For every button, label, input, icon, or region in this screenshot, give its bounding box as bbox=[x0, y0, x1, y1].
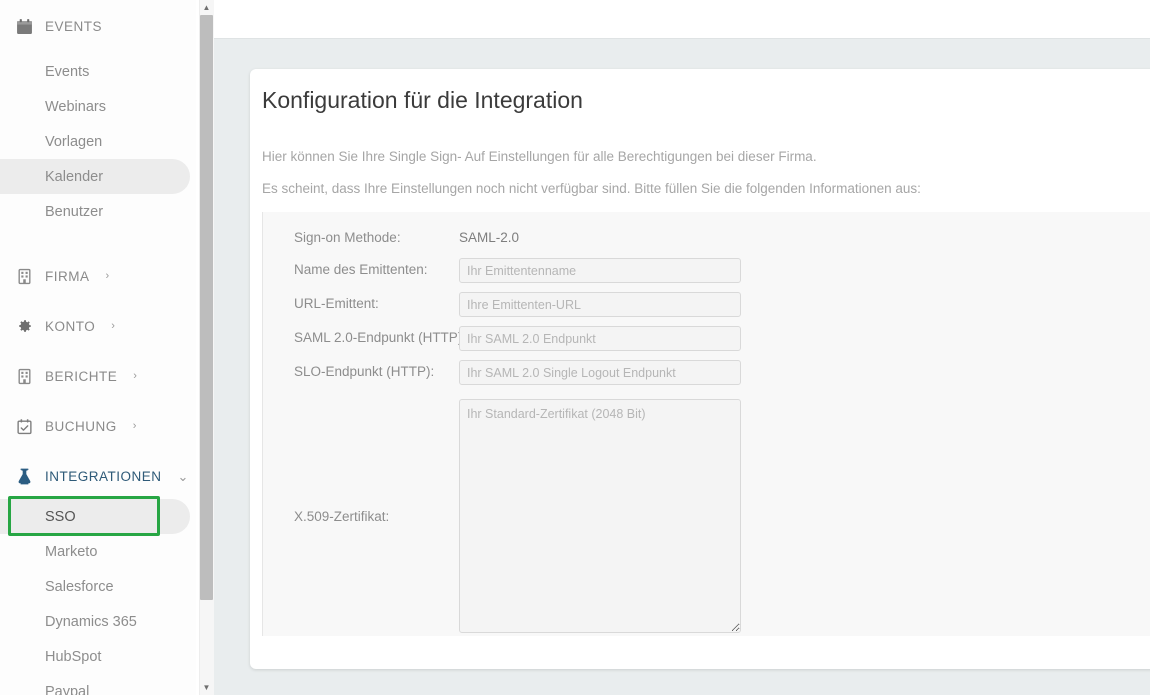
sidebar-item-vorlagen[interactable]: Vorlagen bbox=[0, 124, 196, 159]
scroll-up-arrow-icon[interactable]: ▲ bbox=[200, 1, 213, 15]
sidebar-item-label: HubSpot bbox=[45, 648, 102, 665]
top-bar bbox=[214, 0, 1150, 38]
sidebar-item-label: Paypal bbox=[45, 683, 90, 695]
sidebar-section-label: BERICHTE bbox=[45, 368, 118, 384]
sidebar-item-label: Vorlagen bbox=[45, 133, 103, 150]
sidebar-section-label: INTEGRATIONEN bbox=[45, 468, 162, 484]
sidebar-item-paypal[interactable]: Paypal bbox=[0, 674, 196, 695]
sidebar-section-label: KONTO bbox=[45, 318, 96, 334]
sidebar-section-label: BUCHUNG bbox=[45, 418, 117, 434]
issuer-name-label: Name des Emittenten: bbox=[294, 262, 428, 277]
sidebar-item-label: Events bbox=[45, 63, 90, 80]
sidebar-item-dynamics-365[interactable]: Dynamics 365 bbox=[0, 604, 196, 639]
app-root: EVENTS Events Webinars Vorlagen Kalender… bbox=[0, 0, 1150, 695]
chevron-right-icon: › bbox=[111, 319, 116, 332]
x509-certificate-label: X.509-Zertifikat: bbox=[294, 508, 390, 524]
sidebar-item-label: SSO bbox=[45, 508, 76, 525]
sidebar-item-events[interactable]: Events bbox=[0, 54, 196, 89]
sidebar-section-integrationen[interactable]: INTEGRATIONEN ⌄ bbox=[0, 459, 196, 493]
sidebar-section-label: EVENTS bbox=[45, 18, 103, 34]
issuer-url-label: URL-Emittent: bbox=[294, 296, 379, 311]
sidebar-item-benutzer[interactable]: Benutzer bbox=[0, 194, 196, 229]
sidebar-section-label: FIRMA bbox=[45, 268, 90, 284]
slo-endpoint-label: SLO-Endpunkt (HTTP): bbox=[294, 364, 435, 379]
sidebar-item-label: Dynamics 365 bbox=[45, 613, 137, 630]
scroll-down-arrow-icon[interactable]: ▼ bbox=[200, 681, 213, 695]
sidebar-section-berichte[interactable]: BERICHTE › bbox=[0, 359, 196, 393]
slo-endpoint-input[interactable] bbox=[459, 360, 741, 385]
sidebar-item-salesforce[interactable]: Salesforce bbox=[0, 569, 196, 604]
form-row-signon-method: Sign-on Methode: SAML-2.0 bbox=[263, 230, 519, 245]
saml-endpoint-input[interactable] bbox=[459, 326, 741, 351]
settings-card: Konfiguration für die Integration Hier k… bbox=[250, 69, 1150, 669]
sidebar-section-buchung[interactable]: BUCHUNG › bbox=[0, 409, 196, 443]
form-row-x509-certificate: X.509-Zertifikat: bbox=[263, 394, 741, 638]
chevron-right-icon: › bbox=[105, 269, 110, 282]
chevron-right-icon: › bbox=[133, 369, 138, 382]
sidebar-scrollbar-thumb[interactable] bbox=[200, 15, 213, 600]
x509-certificate-textarea[interactable] bbox=[459, 399, 741, 633]
issuer-name-input[interactable] bbox=[459, 258, 741, 283]
sidebar-item-webinars[interactable]: Webinars bbox=[0, 89, 196, 124]
building-icon bbox=[16, 268, 33, 285]
page-title: Konfiguration für die Integration bbox=[262, 87, 583, 113]
form-row-saml-endpoint: SAML 2.0-Endpunkt (HTTP): bbox=[263, 326, 741, 351]
sidebar-item-label: Kalender bbox=[45, 168, 104, 185]
sidebar-item-label: Benutzer bbox=[45, 203, 104, 220]
sidebar-item-marketo[interactable]: Marketo bbox=[0, 534, 196, 569]
signon-method-label: Sign-on Methode: bbox=[294, 230, 401, 245]
sidebar-item-kalender[interactable]: Kalender bbox=[0, 159, 190, 194]
sidebar-section-events[interactable]: EVENTS bbox=[0, 9, 196, 43]
sidebar-section-firma[interactable]: FIRMA › bbox=[0, 259, 196, 293]
sidebar-item-label: Webinars bbox=[45, 98, 106, 115]
calendar-icon bbox=[16, 18, 33, 35]
sidebar: EVENTS Events Webinars Vorlagen Kalender… bbox=[0, 0, 196, 695]
sidebar-section-konto[interactable]: KONTO › bbox=[0, 309, 196, 343]
chevron-down-icon: ⌄ bbox=[177, 468, 189, 484]
sso-configuration-form: Sign-on Methode: SAML-2.0 Name des Emitt… bbox=[262, 212, 1150, 636]
issuer-url-input[interactable] bbox=[459, 292, 741, 317]
calendar-check-icon bbox=[16, 418, 33, 435]
sidebar-item-label: Marketo bbox=[45, 543, 98, 560]
form-row-slo-endpoint: SLO-Endpunkt (HTTP): bbox=[263, 360, 741, 385]
building-icon bbox=[16, 368, 33, 385]
saml-endpoint-label: SAML 2.0-Endpunkt (HTTP): bbox=[294, 330, 467, 345]
sidebar-item-label: Salesforce bbox=[45, 578, 114, 595]
form-row-issuer-name: Name des Emittenten: bbox=[263, 258, 741, 283]
page-description-line-1: Hier können Sie Ihre Single Sign- Auf Ei… bbox=[262, 149, 817, 164]
sidebar-item-sso[interactable]: SSO bbox=[0, 499, 190, 534]
flask-icon bbox=[16, 468, 33, 485]
gear-icon bbox=[16, 318, 33, 335]
page-description-line-2: Es scheint, dass Ihre Einstellungen noch… bbox=[262, 181, 921, 196]
sidebar-item-hubspot[interactable]: HubSpot bbox=[0, 639, 196, 674]
content-canvas: Konfiguration für die Integration Hier k… bbox=[214, 38, 1150, 695]
form-row-issuer-url: URL-Emittent: bbox=[263, 292, 741, 317]
chevron-right-icon: › bbox=[132, 419, 137, 432]
signon-method-value: SAML-2.0 bbox=[459, 230, 520, 245]
